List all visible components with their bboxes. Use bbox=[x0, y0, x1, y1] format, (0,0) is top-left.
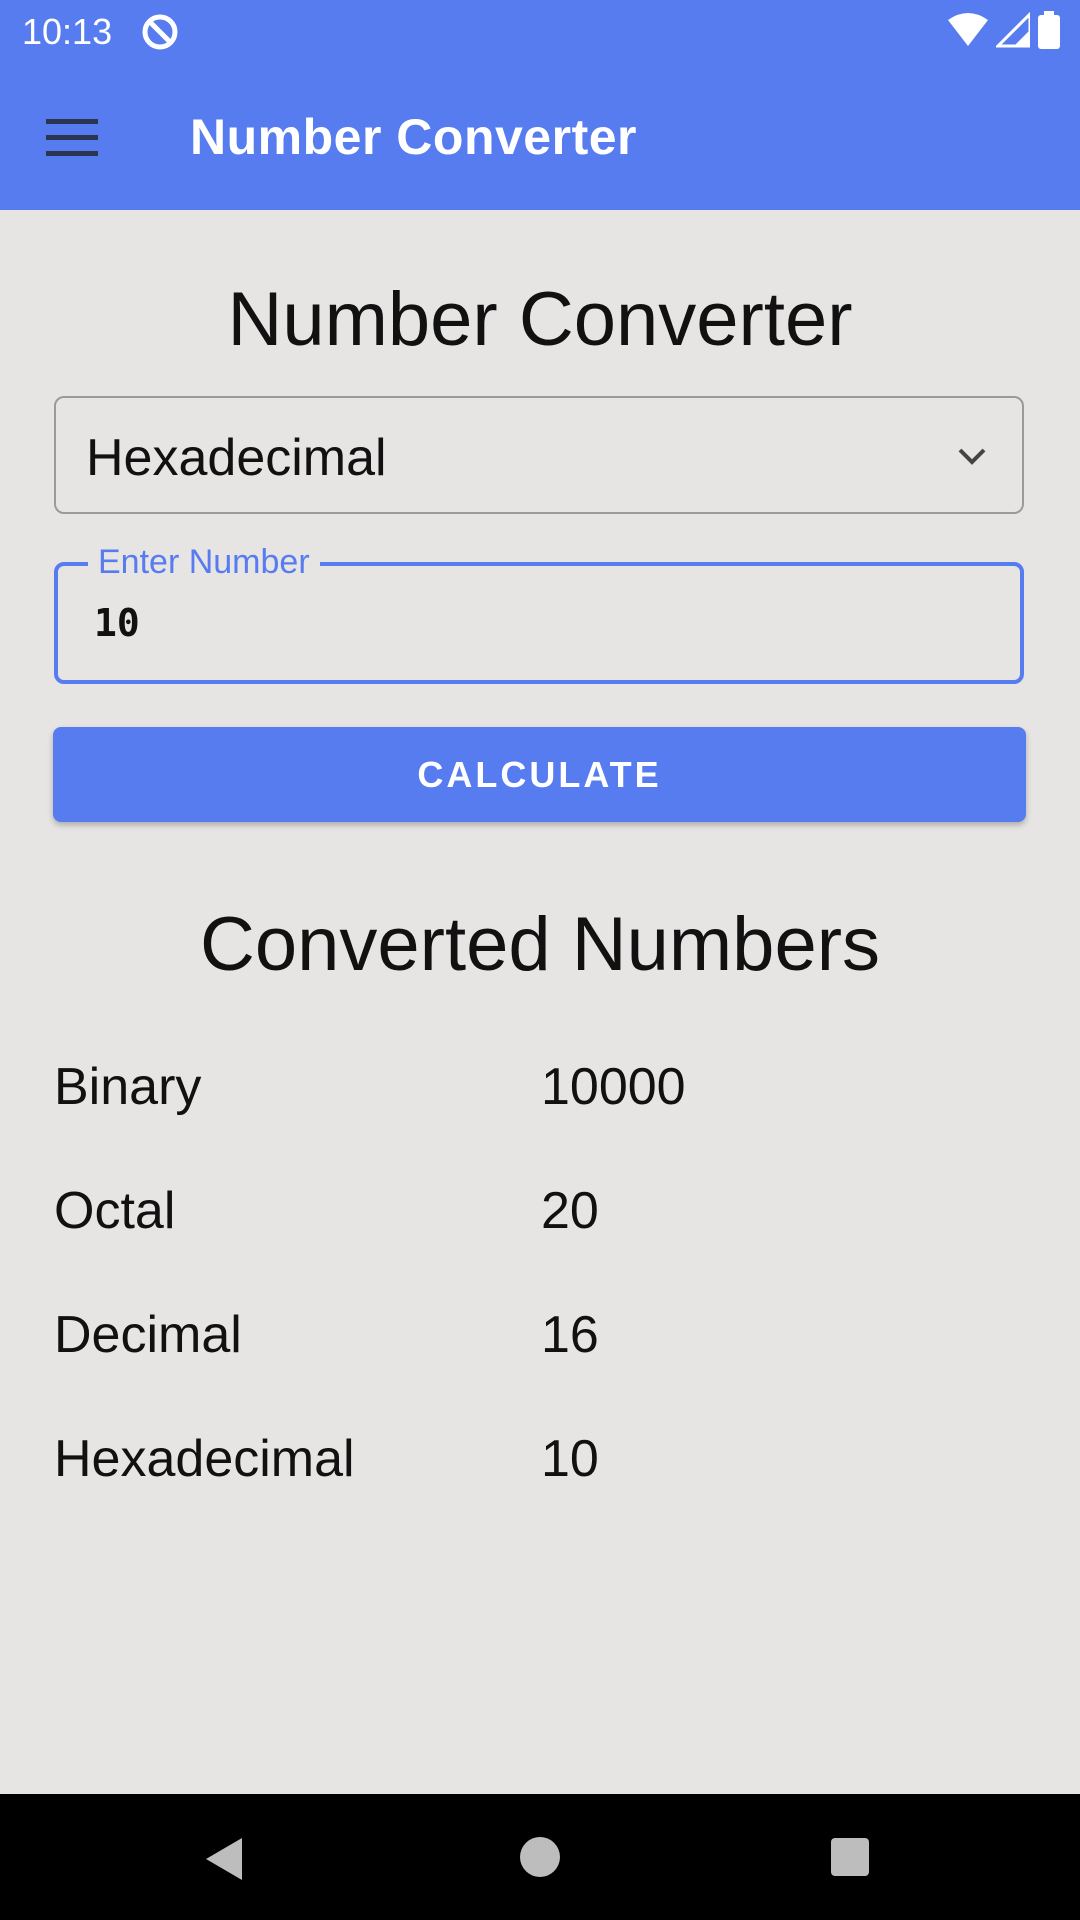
number-input-value[interactable]: 10 bbox=[94, 598, 140, 648]
app-bar: Number Converter bbox=[0, 63, 1080, 210]
app-notification-icon bbox=[140, 12, 180, 52]
back-icon[interactable] bbox=[200, 1834, 250, 1884]
status-icons bbox=[948, 9, 1060, 54]
result-value: 16 bbox=[541, 1306, 599, 1364]
result-row-decimal: Decimal 16 bbox=[54, 1300, 1024, 1380]
recents-icon[interactable] bbox=[827, 1834, 873, 1880]
chevron-down-icon bbox=[952, 436, 992, 476]
system-nav-bar bbox=[0, 1794, 1080, 1920]
home-icon[interactable] bbox=[515, 1832, 565, 1882]
result-row-binary: Binary 10000 bbox=[54, 1052, 1024, 1132]
base-select-value: Hexadecimal bbox=[86, 429, 387, 487]
converter-heading: Number Converter bbox=[227, 277, 853, 362]
number-input-label: Enter Number bbox=[88, 540, 320, 584]
status-bar: 10:13 bbox=[0, 0, 1080, 63]
menu-button[interactable] bbox=[30, 97, 114, 181]
battery-icon bbox=[1038, 10, 1060, 54]
calculate-button-label: CALCULATE bbox=[417, 753, 662, 795]
number-input[interactable]: Enter Number 10 bbox=[54, 540, 1024, 684]
result-label: Hexadecimal bbox=[54, 1430, 355, 1488]
result-label: Binary bbox=[54, 1058, 202, 1116]
result-label: Decimal bbox=[54, 1306, 242, 1364]
cell-signal-icon bbox=[994, 9, 1032, 53]
hamburger-menu-icon bbox=[46, 117, 98, 162]
app-title: Number Converter bbox=[190, 109, 637, 165]
status-time: 10:13 bbox=[22, 11, 113, 52]
wifi-icon bbox=[948, 12, 988, 53]
base-select[interactable]: Hexadecimal bbox=[54, 396, 1024, 514]
calculate-button[interactable]: CALCULATE bbox=[53, 727, 1026, 822]
result-row-octal: Octal 20 bbox=[54, 1176, 1024, 1256]
result-value: 10000 bbox=[541, 1058, 686, 1116]
result-value: 20 bbox=[541, 1182, 599, 1240]
result-label: Octal bbox=[54, 1182, 176, 1240]
result-row-hexadecimal: Hexadecimal 10 bbox=[54, 1424, 1024, 1504]
result-value: 10 bbox=[541, 1430, 599, 1488]
results-heading: Converted Numbers bbox=[199, 902, 881, 987]
